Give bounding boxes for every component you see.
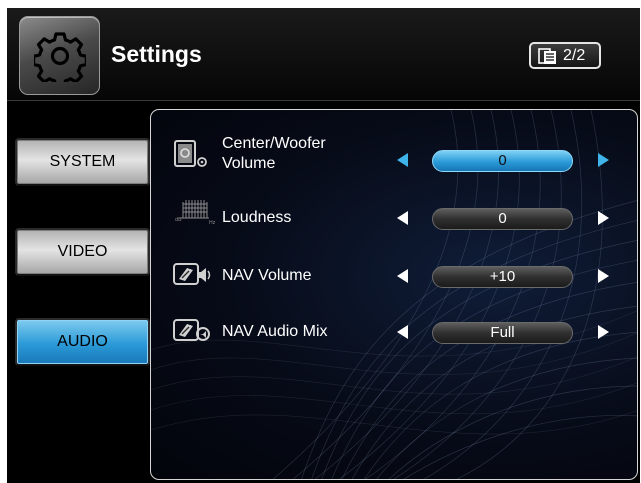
settings-screen: Settings 2/2 SYSTEM VIDEO AUDIO Center/W… <box>7 8 640 483</box>
setting-label: NAV Volume <box>222 267 312 284</box>
setting-row-loudness: dB Hz Loudness 0 <box>151 198 637 238</box>
setting-label: Loudness <box>222 209 292 226</box>
setting-row-nav-audio-mix: NAV Audio Mix Full <box>151 312 637 352</box>
setting-label: Center/Woofer Volume <box>222 134 326 174</box>
setting-row-center-woofer: Center/Woofer Volume 0 <box>151 135 637 180</box>
svg-text:dB: dB <box>175 217 182 223</box>
page-title: Settings <box>111 41 202 67</box>
loudness-icon: dB Hz <box>175 200 215 226</box>
setting-label: NAV Audio Mix <box>222 323 328 340</box>
sidebar-item-system[interactable]: SYSTEM <box>17 140 148 184</box>
setting-value-field[interactable]: Full <box>432 322 573 344</box>
settings-app-tile <box>19 16 100 95</box>
nav-volume-icon <box>173 263 211 285</box>
increase-arrow-button[interactable] <box>598 325 609 339</box>
svg-text:Hz: Hz <box>209 220 215 226</box>
decrease-arrow-button[interactable] <box>397 269 408 283</box>
decrease-arrow-button[interactable] <box>397 211 408 225</box>
page-list-icon <box>538 48 556 64</box>
sidebar-item-video[interactable]: VIDEO <box>17 230 148 274</box>
increase-arrow-button[interactable] <box>598 269 609 283</box>
decrease-arrow-button[interactable] <box>397 153 408 167</box>
sidebar-item-audio[interactable]: AUDIO <box>17 320 148 364</box>
gear-icon <box>34 32 86 82</box>
audio-settings-panel: Center/Woofer Volume 0 dB Hz Loudness 0 … <box>150 109 638 480</box>
setting-label-line1: Center/Woofer <box>222 135 326 152</box>
page-indicator-button[interactable]: 2/2 <box>529 42 601 69</box>
setting-value-field[interactable]: 0 <box>432 208 573 230</box>
header-bar: Settings 2/2 <box>7 8 640 101</box>
setting-value-field[interactable]: 0 <box>432 150 573 172</box>
increase-arrow-button[interactable] <box>598 153 609 167</box>
nav-audio-mix-icon <box>173 319 210 341</box>
setting-value-field[interactable]: +10 <box>432 266 573 288</box>
decrease-arrow-button[interactable] <box>397 325 408 339</box>
page-indicator-text: 2/2 <box>563 47 586 64</box>
increase-arrow-button[interactable] <box>598 211 609 225</box>
speaker-icon <box>174 140 207 167</box>
setting-row-nav-volume: NAV Volume +10 <box>151 256 637 296</box>
setting-label-line2: Volume <box>222 155 276 172</box>
